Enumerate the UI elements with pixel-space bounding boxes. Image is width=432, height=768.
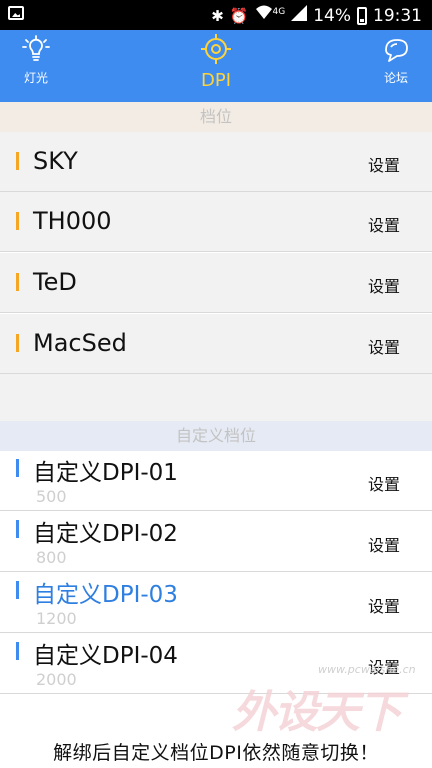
preset-row-macsed[interactable]: MacSed 设置: [0, 314, 432, 374]
tab-light[interactable]: 灯光: [18, 34, 54, 86]
row-marker: [16, 152, 19, 170]
dpi-value: 500: [36, 487, 67, 506]
alarm-icon: ⏰: [229, 6, 249, 25]
wifi-icon: [255, 4, 273, 27]
preset-name: TH000: [33, 207, 112, 235]
tab-forum[interactable]: 论坛: [378, 34, 414, 86]
signal-icon: [291, 5, 308, 26]
tab-dpi[interactable]: DPI: [186, 32, 246, 91]
footer-caption: 解绑后自定义档位DPI依然随意切换！: [53, 742, 379, 764]
preset-name: SKY: [33, 147, 78, 175]
watermark-logo: 外设天下: [232, 687, 402, 738]
lightbulb-icon: [22, 35, 50, 61]
row-marker: [16, 334, 19, 352]
status-bar: ✱ ⏰ 4G 14% 19:31: [0, 0, 432, 30]
preset-row-sky[interactable]: SKY 设置: [0, 132, 432, 192]
custom-row-dpi-02[interactable]: 自定义DPI-02 800 设置: [0, 512, 432, 572]
image-icon: [8, 6, 24, 20]
row-marker: [16, 273, 19, 291]
crosshair-icon: [201, 34, 231, 64]
section-gap: [0, 374, 432, 421]
dpi-value: 800: [36, 548, 67, 567]
clock: 19:31: [373, 5, 422, 26]
row-marker: [16, 520, 19, 538]
preset-row-th000[interactable]: TH000 设置: [0, 192, 432, 252]
chat-bubble-icon: [385, 39, 408, 62]
dpi-value: 2000: [36, 670, 77, 689]
settings-button[interactable]: 设置: [368, 593, 400, 617]
settings-button[interactable]: 设置: [368, 334, 400, 358]
custom-name: 自定义DPI-03: [33, 582, 178, 608]
app-header: 灯光 DPI 论坛: [0, 30, 432, 102]
row-marker: [16, 459, 19, 477]
settings-button[interactable]: 设置: [368, 532, 400, 556]
network-type: 4G: [272, 6, 286, 17]
tab-dpi-label: DPI: [200, 70, 232, 91]
watermark-url: www.pcwaishe.cn: [318, 663, 416, 676]
section-header-presets: 档位: [0, 102, 432, 132]
dpi-value: 1200: [36, 609, 77, 628]
tab-forum-label: 论坛: [383, 71, 408, 85]
custom-name: 自定义DPI-01: [33, 460, 178, 486]
settings-button[interactable]: 设置: [368, 273, 400, 297]
bluetooth-icon: ✱: [211, 6, 224, 25]
row-marker: [16, 212, 19, 230]
custom-row-dpi-03[interactable]: 自定义DPI-03 1200 设置: [0, 573, 432, 633]
custom-name: 自定义DPI-02: [33, 521, 178, 547]
preset-name: MacSed: [33, 329, 127, 357]
tab-light-label: 灯光: [23, 71, 48, 85]
preset-row-ted[interactable]: TeD 设置: [0, 253, 432, 313]
preset-name: TeD: [33, 268, 77, 296]
battery-percent: 14%: [313, 5, 351, 26]
custom-row-dpi-01[interactable]: 自定义DPI-01 500 设置: [0, 451, 432, 511]
row-marker: [16, 581, 19, 599]
battery-icon: [357, 6, 367, 25]
settings-button[interactable]: 设置: [368, 471, 400, 495]
status-icons: ✱ ⏰ 4G 14% 19:31: [211, 4, 422, 27]
custom-name: 自定义DPI-04: [33, 643, 178, 669]
section-header-custom: 自定义档位: [0, 421, 432, 451]
settings-button[interactable]: 设置: [368, 212, 400, 236]
row-marker: [16, 642, 19, 660]
settings-button[interactable]: 设置: [368, 152, 400, 176]
